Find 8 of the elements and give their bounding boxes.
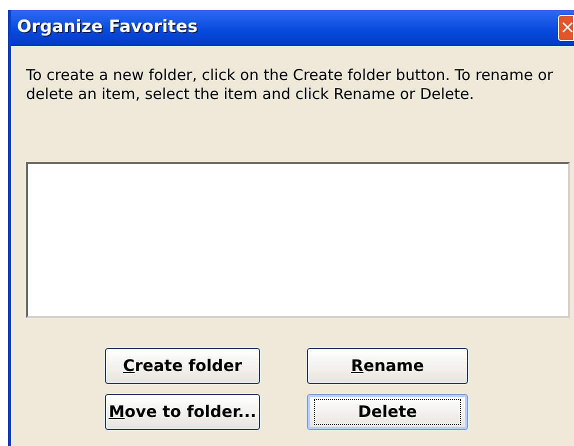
dialog-button[interactable]: Create folder — [105, 348, 260, 384]
instructions-text: To create a new folder, click on the Create folder button. To rename or delete an item, select the item and click Rename or Delete. — [26, 66, 554, 104]
favorites-list[interactable] — [26, 162, 570, 318]
close-button[interactable]: × — [558, 15, 574, 41]
dialog-button[interactable]: Rename — [307, 348, 468, 384]
dialog-button[interactable]: Move to folder... — [105, 394, 260, 430]
dialog-button[interactable]: Delete — [307, 394, 468, 430]
window-title: Organize Favorites — [17, 16, 198, 40]
